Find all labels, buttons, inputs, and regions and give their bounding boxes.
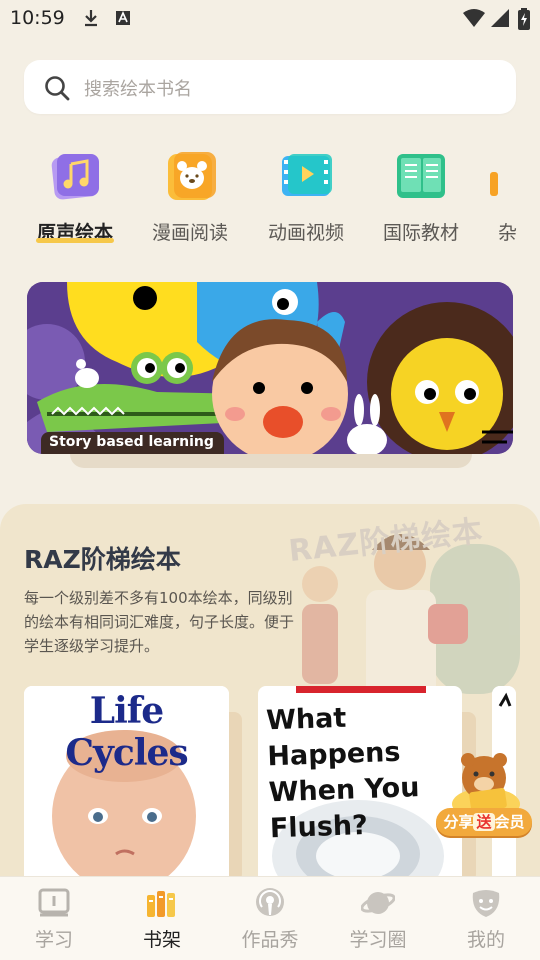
promo-highlight: 送: [473, 813, 495, 831]
raz-section-title: RAZ阶梯绘本: [24, 545, 181, 574]
nav-label: 书架: [142, 929, 181, 951]
status-bar: 10:59: [0, 0, 540, 36]
nav-label: 学习: [34, 929, 73, 951]
book-icon: [38, 888, 70, 917]
search-icon: [45, 76, 70, 101]
promo-banner[interactable]: Story based learning: [27, 282, 513, 454]
book-card-life-cycles[interactable]: Life Cycles: [24, 686, 229, 886]
partial-icon: [490, 150, 540, 204]
category-label: 国际教材: [382, 222, 459, 244]
nav-item-profile[interactable]: 我的: [432, 877, 540, 960]
banner-caption: Story based learning: [41, 432, 224, 454]
download-icon: [85, 10, 97, 27]
category-animated-video[interactable]: 动画视频: [251, 150, 361, 250]
category-comic-reading[interactable]: 漫画阅读: [135, 150, 245, 250]
raz-section-description: 每一个级别差不多有100本绘本，同级别的绘本有相同词汇难度，句子长度。便于学生逐…: [24, 589, 295, 655]
promo-label: 分享送会员: [436, 808, 532, 836]
banner-illustration: [27, 282, 513, 454]
smiley-icon: [472, 890, 500, 917]
podcast-icon: [256, 888, 284, 916]
music-note-icon: [47, 150, 103, 204]
category-label: 动画视频: [267, 222, 344, 244]
search-placeholder: 搜索绘本书名: [84, 79, 192, 100]
book-title: Life Cycles: [65, 690, 188, 774]
category-label: 杂: [498, 222, 518, 244]
planet-icon: [361, 892, 395, 914]
book-card-what-happens-when-you-flush[interactable]: What Happens When You Flush?: [258, 686, 462, 886]
font-a-icon: [116, 11, 130, 25]
nav-item-bookshelf[interactable]: 书架: [108, 877, 216, 960]
film-play-icon: [278, 150, 334, 204]
promo-suffix: 会员: [494, 813, 525, 831]
category-misc-partial[interactable]: 杂: [482, 150, 540, 250]
bear-face-icon: [162, 150, 218, 204]
nav-label: 我的: [466, 929, 505, 951]
nav-item-study[interactable]: 学习: [0, 877, 108, 960]
status-time: 10:59: [10, 7, 65, 29]
nav-item-showcase[interactable]: 作品秀: [216, 877, 324, 960]
nav-item-community[interactable]: 学习圈: [324, 877, 432, 960]
category-international-textbooks[interactable]: 国际教材: [366, 150, 476, 250]
search-bar[interactable]: 搜索绘本书名: [24, 60, 516, 114]
promo-prefix: 分享: [443, 813, 474, 831]
bottom-navigation: 学习 书架 作品秀 学习圈 我的: [0, 876, 540, 960]
nav-label: 学习圈: [349, 929, 407, 951]
active-category-underline: [36, 238, 114, 243]
share-promo-button[interactable]: 分享送会员: [436, 742, 532, 842]
nav-label: 作品秀: [241, 929, 299, 951]
signal-icon: [491, 9, 509, 27]
wifi-icon: [463, 9, 485, 27]
bookshelf-icon: [147, 891, 175, 917]
open-book-icon: [393, 150, 449, 204]
category-label: 漫画阅读: [151, 222, 228, 244]
battery-icon: [518, 8, 530, 30]
category-original-picture-books[interactable]: 原声绘本: [20, 150, 130, 250]
book-title: What Happens When You Flush?: [265, 702, 420, 845]
